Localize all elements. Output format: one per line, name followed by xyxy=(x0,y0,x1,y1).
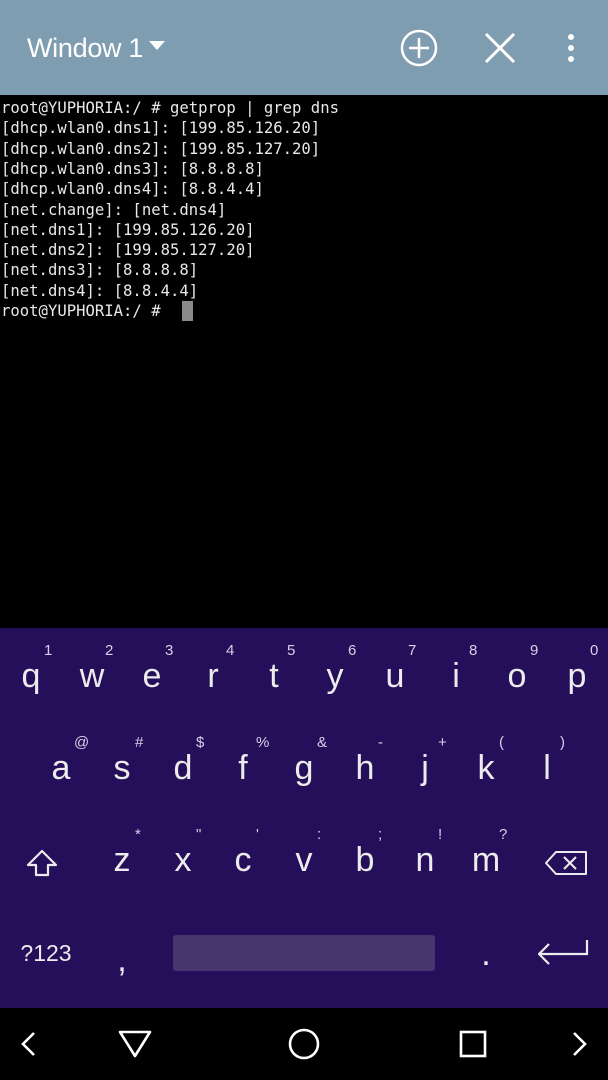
key-label: x xyxy=(174,841,192,879)
close-window-button[interactable] xyxy=(477,25,523,71)
key-m[interactable]: ? m xyxy=(456,812,516,902)
key-label: a xyxy=(51,749,71,787)
key-label: d xyxy=(173,749,193,787)
window-title: Window 1 xyxy=(27,32,144,63)
key-e[interactable]: 3e xyxy=(122,628,182,718)
recents-button[interactable] xyxy=(445,1018,501,1070)
key-label: p xyxy=(567,657,587,695)
key-label: q xyxy=(21,657,41,695)
window-selector[interactable]: Window 1 xyxy=(27,30,166,66)
key-b[interactable]: ; b xyxy=(335,812,395,902)
overflow-menu-icon xyxy=(568,34,574,62)
key-label: t xyxy=(269,657,279,695)
right-arrow-button[interactable] xyxy=(552,1018,608,1070)
backspace-icon xyxy=(545,851,587,875)
key-k[interactable]: (k xyxy=(456,720,516,810)
key-label: w xyxy=(79,657,105,695)
key-g[interactable]: & g xyxy=(274,720,334,810)
close-window-icon xyxy=(484,32,516,64)
key-label: s xyxy=(113,749,131,787)
key-label: g xyxy=(294,749,314,787)
comma-key[interactable]: , xyxy=(92,930,152,990)
key-q[interactable]: 1q xyxy=(1,628,61,718)
key-label: n xyxy=(415,841,435,879)
key-label: y xyxy=(326,657,344,695)
key-d[interactable]: $ d xyxy=(153,720,213,810)
key-label: z xyxy=(113,841,131,879)
key-i[interactable]: 8i xyxy=(426,628,486,718)
key-j[interactable]: + j xyxy=(395,720,455,810)
soft-keyboard: 1q 2w 3e 4r 5t 6y 7u 8i 9o 0p @ a # s $ d %… xyxy=(0,628,608,1008)
dropdown-caret-icon xyxy=(149,41,166,50)
symbols-key[interactable]: ?123 xyxy=(8,928,84,978)
terminal-line: [net.dns2]: [199.85.127.20] xyxy=(1,241,255,260)
key-label: u xyxy=(385,657,405,695)
home-button[interactable] xyxy=(276,1018,332,1070)
key-v[interactable]: :v xyxy=(274,812,334,902)
terminal-prompt: root@YUPHORIA:/ # xyxy=(1,302,170,320)
key-label: k xyxy=(477,749,495,787)
terminal-screen[interactable]: root@YUPHORIA:/ # getprop | grep dns [dh… xyxy=(0,95,608,628)
left-arrow-button[interactable] xyxy=(0,1018,56,1070)
key-u[interactable]: 7u xyxy=(365,628,425,718)
key-label: l xyxy=(543,749,551,787)
add-window-icon xyxy=(400,29,438,67)
add-window-button[interactable] xyxy=(396,25,442,71)
terminal-line: [net.dns1]: [199.85.126.20] xyxy=(1,220,255,239)
key-s[interactable]: # s xyxy=(92,720,152,810)
key-l[interactable]: ) l xyxy=(517,720,577,810)
app-bar: Window 1 xyxy=(0,0,608,95)
left-arrow-icon xyxy=(21,1032,35,1056)
key-label: r xyxy=(207,657,219,695)
key-label: j xyxy=(421,749,429,787)
terminal-line: [net.dns3]: [8.8.8.8] xyxy=(1,261,199,280)
key-label: o xyxy=(507,657,527,695)
key-label: m xyxy=(471,841,501,879)
key-w[interactable]: 2w xyxy=(62,628,122,718)
key-label: v xyxy=(295,841,313,879)
shift-icon xyxy=(26,849,58,877)
recents-icon xyxy=(459,1030,487,1058)
key-label: c xyxy=(234,841,252,879)
right-arrow-icon xyxy=(573,1032,587,1056)
key-c[interactable]: ' c xyxy=(213,812,273,902)
key-label: h xyxy=(355,749,375,787)
key-y[interactable]: 6y xyxy=(305,628,365,718)
key-x[interactable]: " x xyxy=(153,812,213,902)
space-bar[interactable] xyxy=(173,935,435,971)
enter-icon xyxy=(537,940,589,965)
shift-key[interactable] xyxy=(14,838,70,888)
home-icon xyxy=(288,1028,320,1060)
key-o[interactable]: 9o xyxy=(487,628,547,718)
period-key[interactable]: . xyxy=(456,924,516,984)
key-label: f xyxy=(238,749,248,787)
key-label: e xyxy=(142,657,162,695)
key-f[interactable]: % f xyxy=(213,720,273,810)
key-a[interactable]: @ a xyxy=(31,720,91,810)
key-h[interactable]: -h xyxy=(335,720,395,810)
key-label: i xyxy=(452,657,460,695)
overflow-menu-button[interactable] xyxy=(548,25,594,71)
navigation-bar xyxy=(0,1008,608,1080)
key-label: b xyxy=(355,841,375,879)
terminal-cursor xyxy=(182,301,193,321)
terminal-line: [dhcp.wlan0.dns4]: [8.8.4.4] xyxy=(1,180,264,199)
enter-key[interactable] xyxy=(528,930,598,974)
terminal-line: [dhcp.wlan0.dns3]: [8.8.8.8] xyxy=(1,159,264,178)
key-p[interactable]: 0p xyxy=(547,628,607,718)
terminal-line: [dhcp.wlan0.dns1]: [199.85.126.20] xyxy=(1,119,321,138)
backspace-key[interactable] xyxy=(538,838,594,888)
key-n[interactable]: ! n xyxy=(395,812,455,902)
key-t[interactable]: 5t xyxy=(244,628,304,718)
back-icon xyxy=(118,1030,152,1058)
terminal-line: [net.change]: [net.dns4] xyxy=(1,200,227,219)
key-r[interactable]: 4r xyxy=(183,628,243,718)
back-button[interactable] xyxy=(107,1018,163,1070)
terminal-line: root@YUPHORIA:/ # getprop | grep dns xyxy=(1,99,339,117)
terminal-line: [net.dns4]: [8.8.4.4] xyxy=(1,281,199,300)
key-z[interactable]: * z xyxy=(92,812,152,902)
terminal-line: [dhcp.wlan0.dns2]: [199.85.127.20] xyxy=(1,139,321,158)
